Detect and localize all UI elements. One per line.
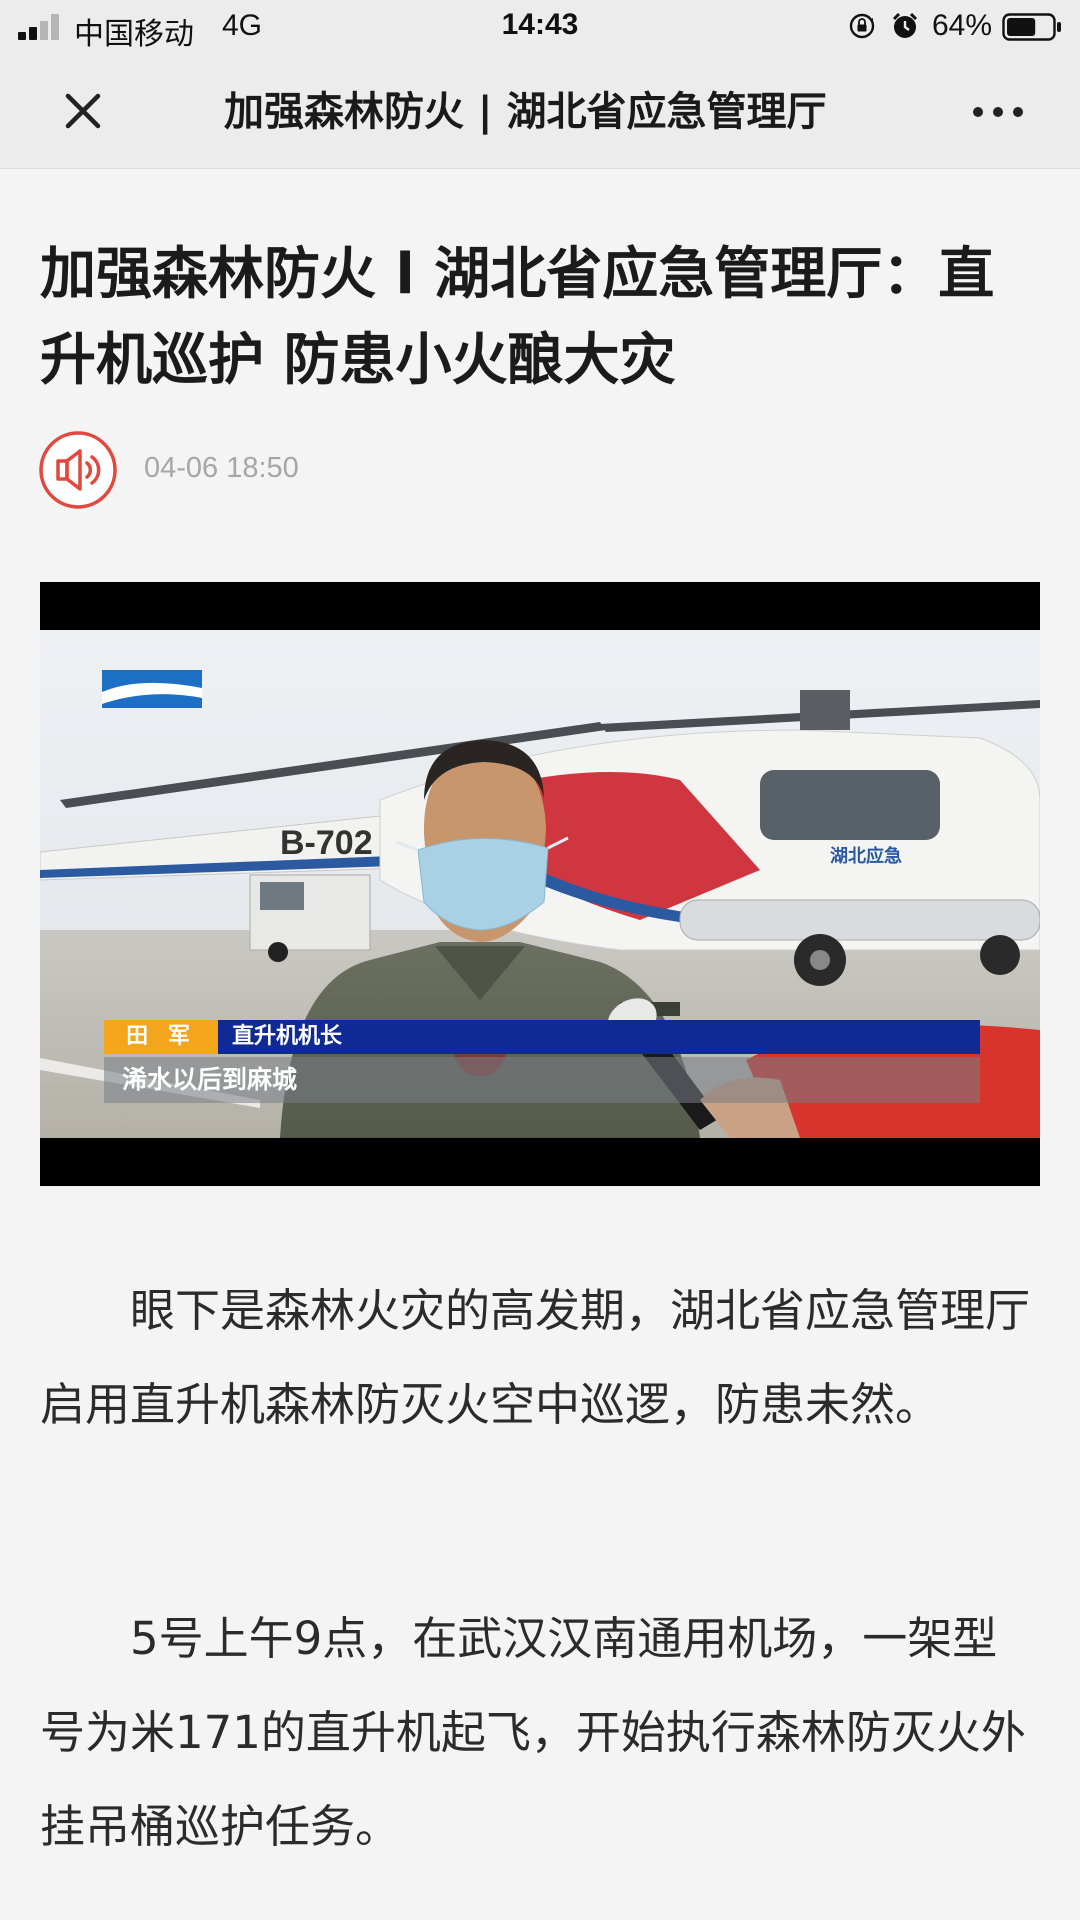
alarm-icon bbox=[892, 12, 918, 38]
article-paragraph: 眼下是森林火灾的高发期，湖北省应急管理厅启用直升机森林防灭火空中巡逻，防患未然。 bbox=[40, 1284, 1031, 1431]
orientation-lock-icon bbox=[849, 13, 875, 39]
speaker-icon[interactable] bbox=[38, 430, 118, 510]
battery-icon bbox=[1002, 13, 1061, 41]
publish-date: 04-06 18:50 bbox=[144, 452, 299, 484]
status-bar: 中国移动 4G 14:43 64% bbox=[0, 0, 1080, 54]
video-player[interactable]: B-702 湖北应急 田 军 直升机机长 浠水以后到麻城 bbox=[40, 582, 1040, 1186]
more-icon[interactable] bbox=[962, 84, 1034, 140]
caption-role: 直升机机长 bbox=[218, 1020, 980, 1054]
article-paragraph: 5号上午9点，在武汉汉南通用机场，一架型号为米171的直升机起飞，开始执行森林防… bbox=[40, 1612, 1026, 1853]
svg-text:湖北应急: 湖北应急 bbox=[830, 845, 902, 867]
article-title: 加强森林防火 l 湖北省应急管理厅：直升机巡护 防患小火酿大灾 bbox=[40, 242, 995, 393]
close-icon[interactable] bbox=[52, 80, 114, 142]
caption-name: 田 军 bbox=[104, 1020, 218, 1054]
tv-station-logo bbox=[102, 670, 202, 708]
nav-title: 加强森林防火 | 湖北省应急管理厅 bbox=[224, 89, 827, 135]
nav-bar: 加强森林防火 | 湖北省应急管理厅 bbox=[0, 54, 1080, 169]
aircraft-registration: B-702 bbox=[280, 824, 373, 862]
video-subtitle: 浠水以后到麻城 bbox=[104, 1057, 980, 1103]
battery-percentage: 64% bbox=[932, 9, 993, 42]
